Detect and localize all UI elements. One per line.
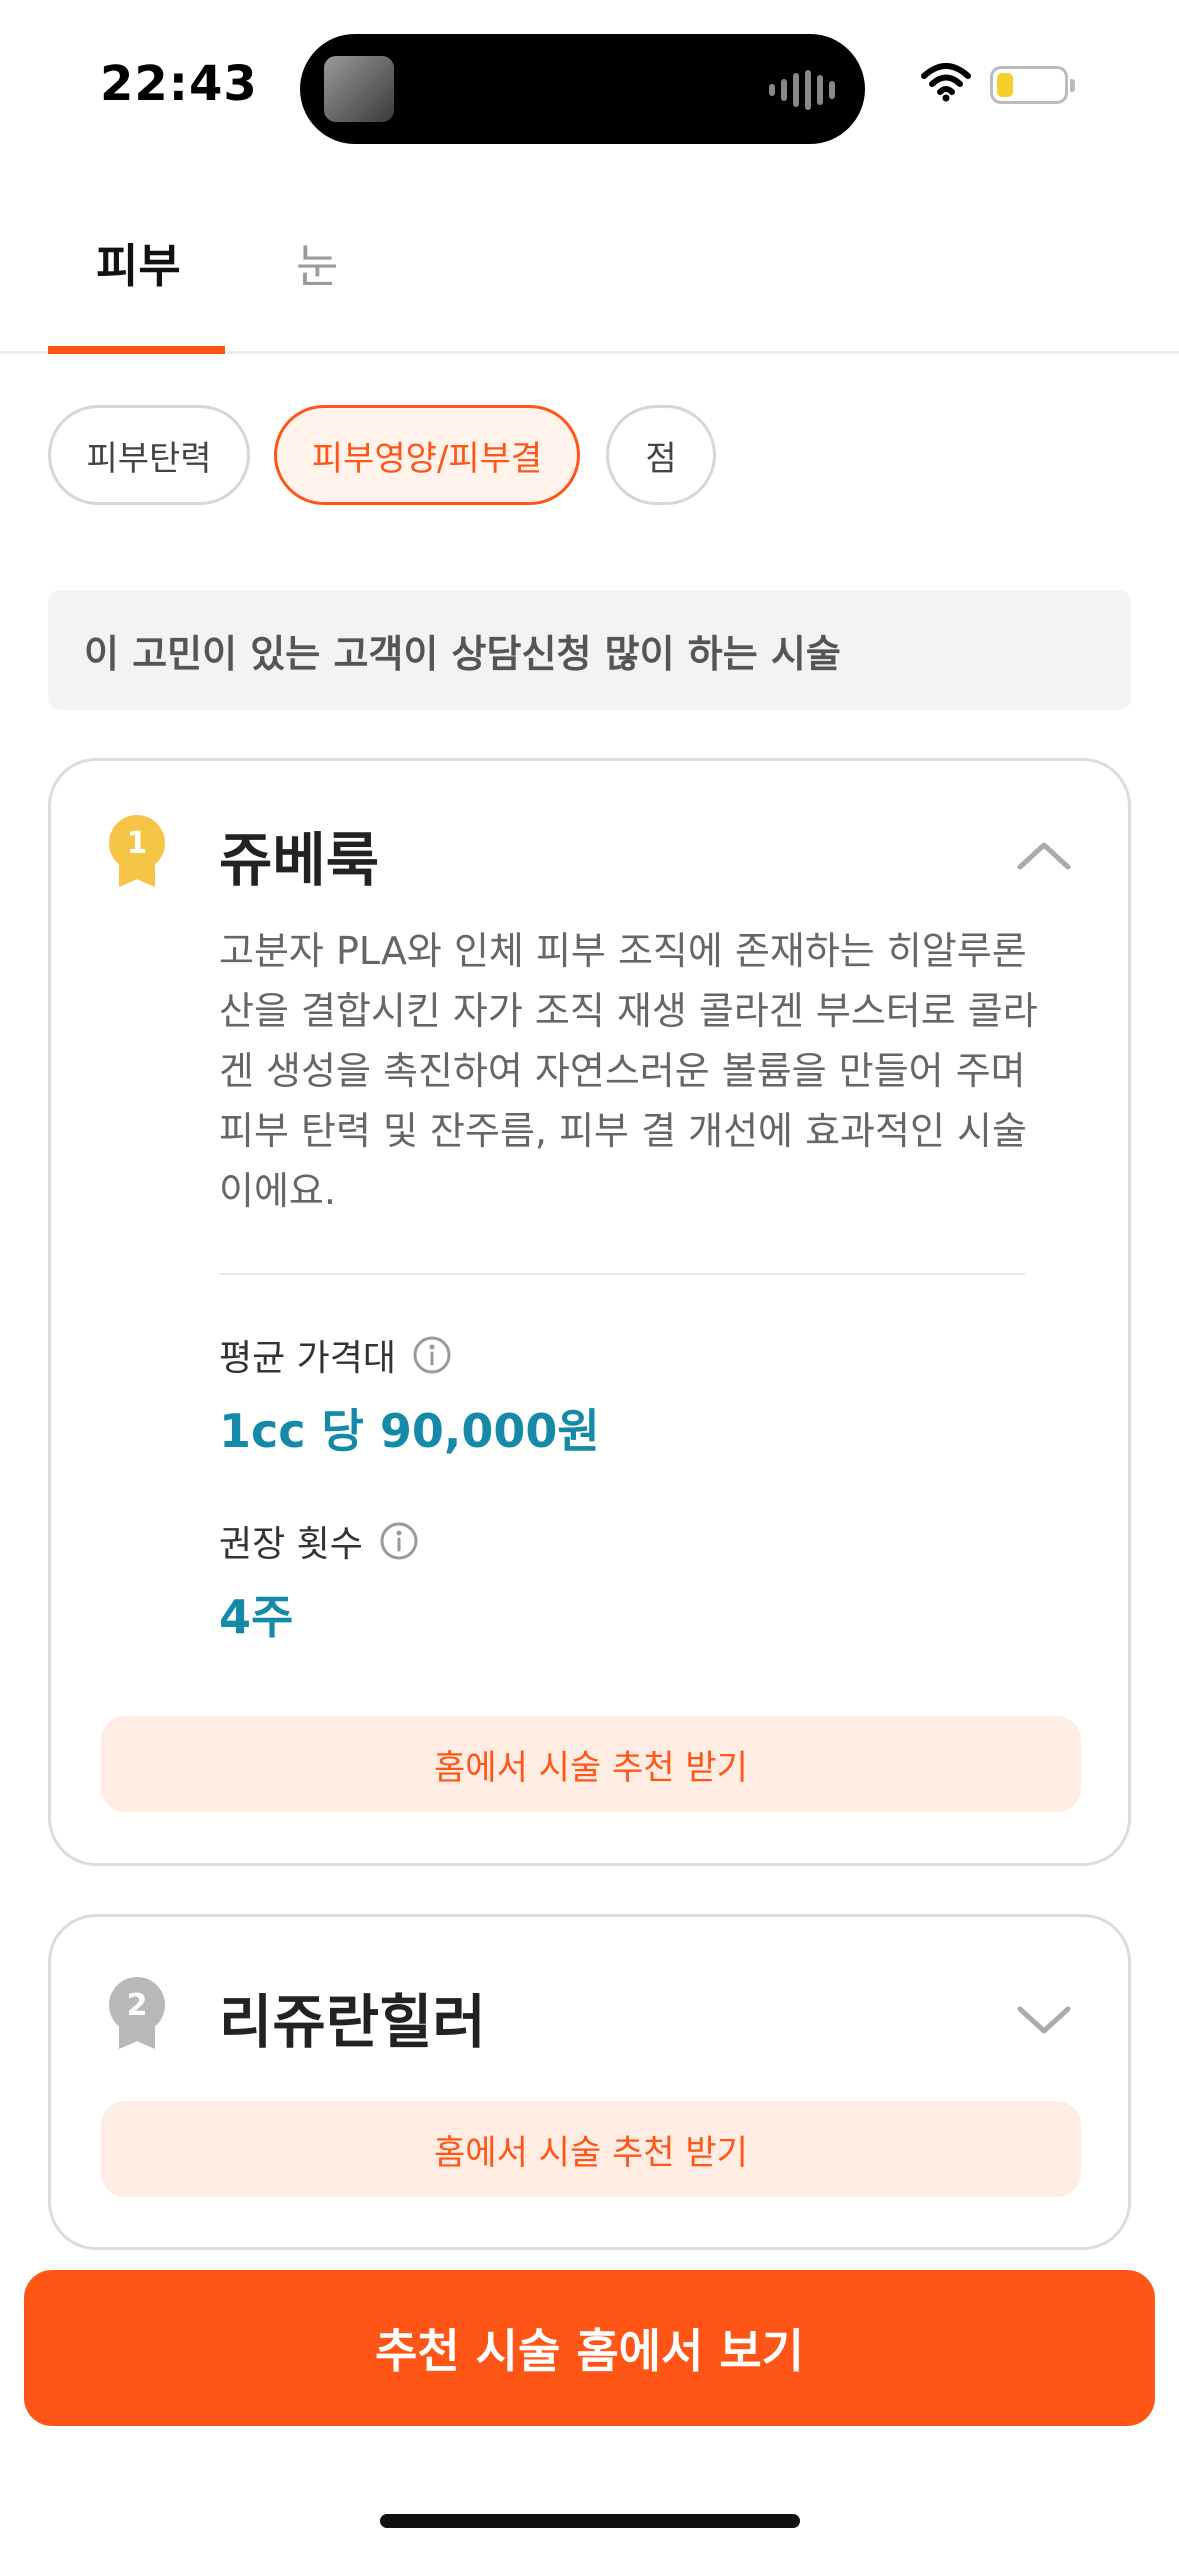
get-recommendation-button[interactable]: 홈에서 시술 추천 받기 [101,2101,1081,2197]
treatment-description: 고분자 PLA와 인체 피부 조직에 존재하는 히알루론산을 결합시킨 자가 조… [219,929,1038,1213]
status-time: 22:43 [100,56,258,112]
treatment-card-juvelook: 1 쥬베룩 고분자 PLA와 인체 피부 조직에 존재하는 히알루론산을 결합시… [48,758,1131,1866]
wifi-icon [921,63,971,102]
rank-medal-icon: 1 [109,815,165,891]
recommended-count-label: 권장 횟수 [219,1515,419,1567]
treatment-title: 리쥬란힐러 [219,1988,486,2056]
category-tabs: 피부 눈 [0,200,1179,354]
active-tab-indicator [48,346,225,354]
average-price-value: 1cc 당 90,000원 [219,1404,600,1458]
average-price-label: 평균 가격대 [219,1329,452,1381]
chip-skin-nutrition-texture[interactable]: 피부영양/피부결 [274,405,580,505]
info-icon[interactable] [379,1521,419,1561]
get-recommendation-button[interactable]: 홈에서 시술 추천 받기 [101,1716,1081,1812]
info-icon[interactable] [412,1335,452,1375]
rank-number: 1 [109,815,165,871]
divider [219,1273,1025,1275]
tab-skin[interactable]: 피부 [96,230,181,296]
tab-eyes[interactable]: 눈 [296,230,338,296]
treatment-title: 쥬베룩 [219,826,380,894]
home-indicator[interactable] [380,2514,800,2528]
chevron-up-icon[interactable] [1016,839,1072,871]
chip-mole[interactable]: 점 [606,405,716,505]
rank-medal-icon: 2 [109,1977,165,2053]
treatment-card-rejuran-healer: 2 리쥬란힐러 홈에서 시술 추천 받기 [48,1914,1131,2250]
view-recommendations-home-button[interactable]: 추천 시술 홈에서 보기 [24,2270,1155,2426]
battery-icon [990,66,1075,104]
audio-waveform-icon [769,70,835,110]
dynamic-island [300,34,865,144]
chip-skin-elasticity[interactable]: 피부탄력 [48,405,250,505]
popular-treatments-banner: 이 고민이 있는 고객이 상담신청 많이 하는 시술 [48,590,1131,710]
average-price-label-text: 평균 가격대 [219,1338,397,1379]
chevron-down-icon[interactable] [1016,2005,1072,2037]
recommended-count-value: 4주 [219,1590,294,1644]
rank-number: 2 [109,1977,165,2033]
now-playing-album-art [324,56,394,122]
recommended-count-label-text: 권장 횟수 [219,1524,363,1565]
status-bar: 22:43 [0,0,1179,170]
